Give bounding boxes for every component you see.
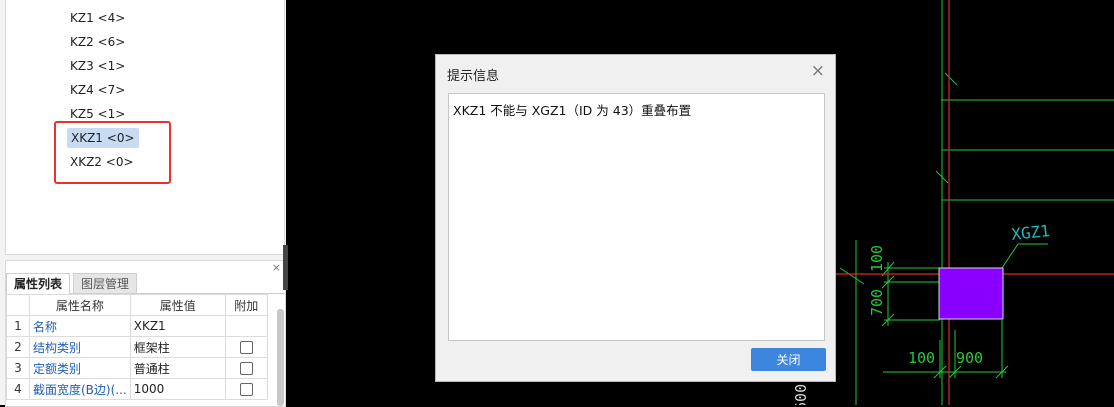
property-name: 结构类别 <box>29 336 131 358</box>
tree-item-kz3[interactable]: KZ3 <1> <box>66 56 129 76</box>
dim-700: 700 <box>868 289 886 316</box>
col-index <box>6 294 30 316</box>
dim-100-vertical: 100 <box>868 245 886 272</box>
tab-property-list[interactable]: 属性列表 <box>6 273 71 294</box>
dim-100-horizontal: 100 <box>908 349 935 367</box>
dim-3600: 3600 <box>792 384 810 405</box>
row-index: 2 <box>6 336 30 358</box>
tree-item-kz2[interactable]: KZ2 <6> <box>66 32 129 52</box>
property-value[interactable]: 普通柱 <box>129 357 226 379</box>
row-index: 4 <box>6 378 30 400</box>
tree-item-kz1[interactable]: KZ1 <4> <box>66 8 129 28</box>
dim-900: 900 <box>956 349 983 367</box>
property-panel: × 属性列表 图层管理 属性名称 属性值 附加 1 名称 XKZ1 2 结构类别… <box>5 260 286 407</box>
extra-cell <box>224 378 268 400</box>
highlight-box <box>54 121 171 184</box>
tab-layer-management[interactable]: 图层管理 <box>73 273 138 293</box>
col-property-value: 属性值 <box>129 294 226 316</box>
label-xgz1: XGZ1 <box>1010 221 1050 244</box>
row-index: 1 <box>6 315 30 337</box>
property-value[interactable]: 1000 <box>129 378 226 400</box>
panel-tabs: 属性列表 图层管理 <box>6 273 285 294</box>
extra-checkbox[interactable] <box>239 341 253 354</box>
table-row[interactable]: 2 结构类别 框架柱 <box>6 336 268 358</box>
table-row[interactable]: 4 截面宽度(B边)(... 1000 <box>6 378 268 400</box>
extra-cell <box>224 315 268 337</box>
tree-item-kz4[interactable]: KZ4 <7> <box>66 80 129 100</box>
close-icon[interactable]: × <box>811 61 825 81</box>
property-name: 截面宽度(B边)(... <box>29 378 131 400</box>
scrollbar[interactable] <box>277 309 284 406</box>
column-xgz1[interactable] <box>938 267 1004 320</box>
message-dialog: 提示信息 × XKZ1 不能与 XGZ1（ID 为 43）重叠布置 关闭 <box>435 54 836 382</box>
component-tree: KZ1 <4> KZ2 <6> KZ3 <1> KZ4 <7> KZ5 <1> … <box>5 0 285 255</box>
close-button[interactable]: 关闭 <box>751 348 826 371</box>
dialog-message-box: XKZ1 不能与 XGZ1（ID 为 43）重叠布置 <box>448 93 825 341</box>
extra-checkbox[interactable] <box>239 362 253 375</box>
table-header-row: 属性名称 属性值 附加 <box>6 294 268 316</box>
dialog-message: XKZ1 不能与 XGZ1（ID 为 43）重叠布置 <box>453 103 692 118</box>
table-row[interactable]: 3 定额类别 普通柱 <box>6 357 268 379</box>
dialog-title: 提示信息 <box>447 69 500 84</box>
property-value[interactable]: XKZ1 <box>129 315 226 337</box>
extra-cell <box>224 336 268 358</box>
col-extra: 附加 <box>224 294 268 316</box>
extra-checkbox[interactable] <box>239 383 253 396</box>
property-value[interactable]: 框架柱 <box>129 336 226 358</box>
property-name: 名称 <box>29 315 131 337</box>
row-index: 3 <box>6 357 30 379</box>
property-name: 定额类别 <box>29 357 131 379</box>
drawing-lines <box>839 0 1114 405</box>
table-row[interactable]: 1 名称 XKZ1 <box>6 315 268 337</box>
property-table: 属性名称 属性值 附加 1 名称 XKZ1 2 结构类别 框架柱 3 定额类别 … <box>6 294 268 400</box>
extra-cell <box>224 357 268 379</box>
col-property-name: 属性名称 <box>29 294 131 316</box>
left-pane: KZ1 <4> KZ2 <6> KZ3 <1> KZ4 <7> KZ5 <1> … <box>0 0 288 407</box>
